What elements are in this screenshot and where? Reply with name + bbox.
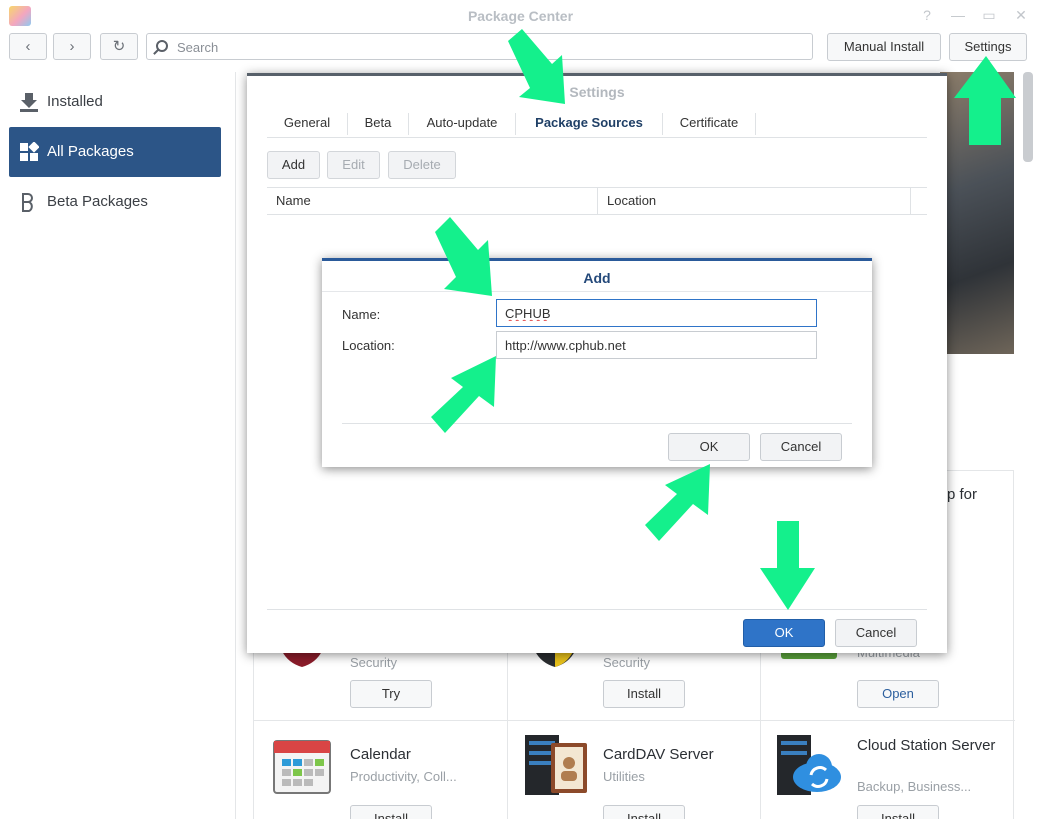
arrow-down-right-icon [508, 29, 565, 104]
arrow-down-icon [760, 521, 815, 610]
arrow-up-right-icon [431, 356, 496, 433]
annotation-arrows [431, 29, 1016, 610]
arrow-up-icon [954, 56, 1016, 145]
arrow-up-right-icon [645, 464, 710, 541]
arrow-down-right-icon [435, 217, 492, 296]
